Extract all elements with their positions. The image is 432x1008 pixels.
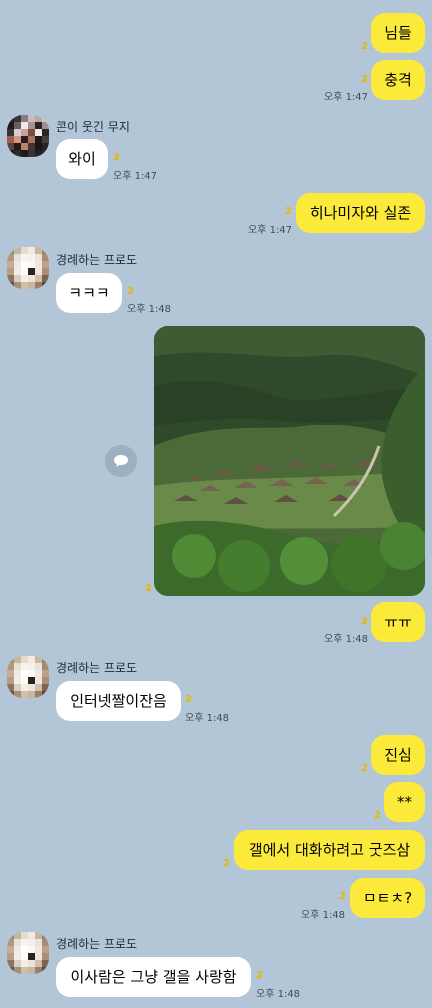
unread-count: 2 bbox=[127, 286, 134, 297]
village-landscape-image bbox=[154, 326, 425, 596]
my-message-bubble[interactable]: 히나미자와 실존 bbox=[296, 193, 425, 233]
timestamp: 오후 1:48 bbox=[256, 989, 301, 1000]
unread-count: 2 bbox=[339, 891, 346, 902]
unread-count: 2 bbox=[256, 970, 263, 981]
my-message-bubble[interactable]: ** bbox=[384, 782, 425, 822]
timestamp: 오후 1:47 bbox=[248, 225, 293, 236]
unread-count: 2 bbox=[185, 694, 192, 705]
unread-count: 2 bbox=[285, 206, 292, 217]
my-message-bubble[interactable]: 갤에서 대화하려고 굿즈삼 bbox=[234, 830, 425, 870]
unread-count: 2 bbox=[145, 583, 152, 594]
sender-name: 경례하는 프로도 bbox=[56, 253, 138, 267]
shared-photo[interactable] bbox=[154, 326, 425, 596]
timestamp: 오후 1:48 bbox=[301, 910, 346, 921]
timestamp: 오후 1:48 bbox=[324, 634, 369, 645]
avatar[interactable] bbox=[7, 247, 49, 289]
unread-count: 2 bbox=[223, 858, 230, 869]
unread-count: 2 bbox=[374, 810, 381, 821]
my-message-bubble[interactable]: 진심 bbox=[371, 735, 425, 775]
sender-name: 콘이 웃긴 무지 bbox=[56, 120, 130, 134]
my-message-bubble[interactable]: 충격 bbox=[371, 60, 425, 100]
my-message-bubble[interactable]: ㅠㅠ bbox=[371, 602, 425, 642]
avatar[interactable] bbox=[7, 115, 49, 157]
share-button[interactable] bbox=[105, 445, 137, 477]
unread-count: 2 bbox=[361, 763, 368, 774]
unread-count: 2 bbox=[361, 74, 368, 85]
unread-count: 2 bbox=[361, 616, 368, 627]
timestamp: 오후 1:48 bbox=[185, 713, 230, 724]
avatar[interactable] bbox=[7, 932, 49, 974]
timestamp: 오후 1:47 bbox=[324, 92, 369, 103]
their-message-bubble[interactable]: 인터넷짤이잔음 bbox=[56, 681, 181, 721]
my-message-bubble[interactable]: ㅁㅌㅊ? bbox=[350, 878, 425, 918]
their-message-bubble[interactable]: 이사람은 그냥 갤을 사랑함 bbox=[56, 957, 251, 997]
my-message-bubble[interactable]: 님들 bbox=[371, 13, 425, 53]
sender-name: 경례하는 프로도 bbox=[56, 937, 138, 951]
unread-count: 2 bbox=[113, 152, 120, 163]
share-icon bbox=[114, 455, 128, 467]
timestamp: 오후 1:47 bbox=[113, 171, 158, 182]
unread-count: 2 bbox=[361, 41, 368, 52]
avatar[interactable] bbox=[7, 656, 49, 698]
their-message-bubble[interactable]: ㅋㅋㅋ bbox=[56, 273, 122, 313]
sender-name: 경례하는 프로도 bbox=[56, 661, 138, 675]
their-message-bubble[interactable]: 와이 bbox=[56, 139, 108, 179]
timestamp: 오후 1:48 bbox=[127, 304, 172, 315]
